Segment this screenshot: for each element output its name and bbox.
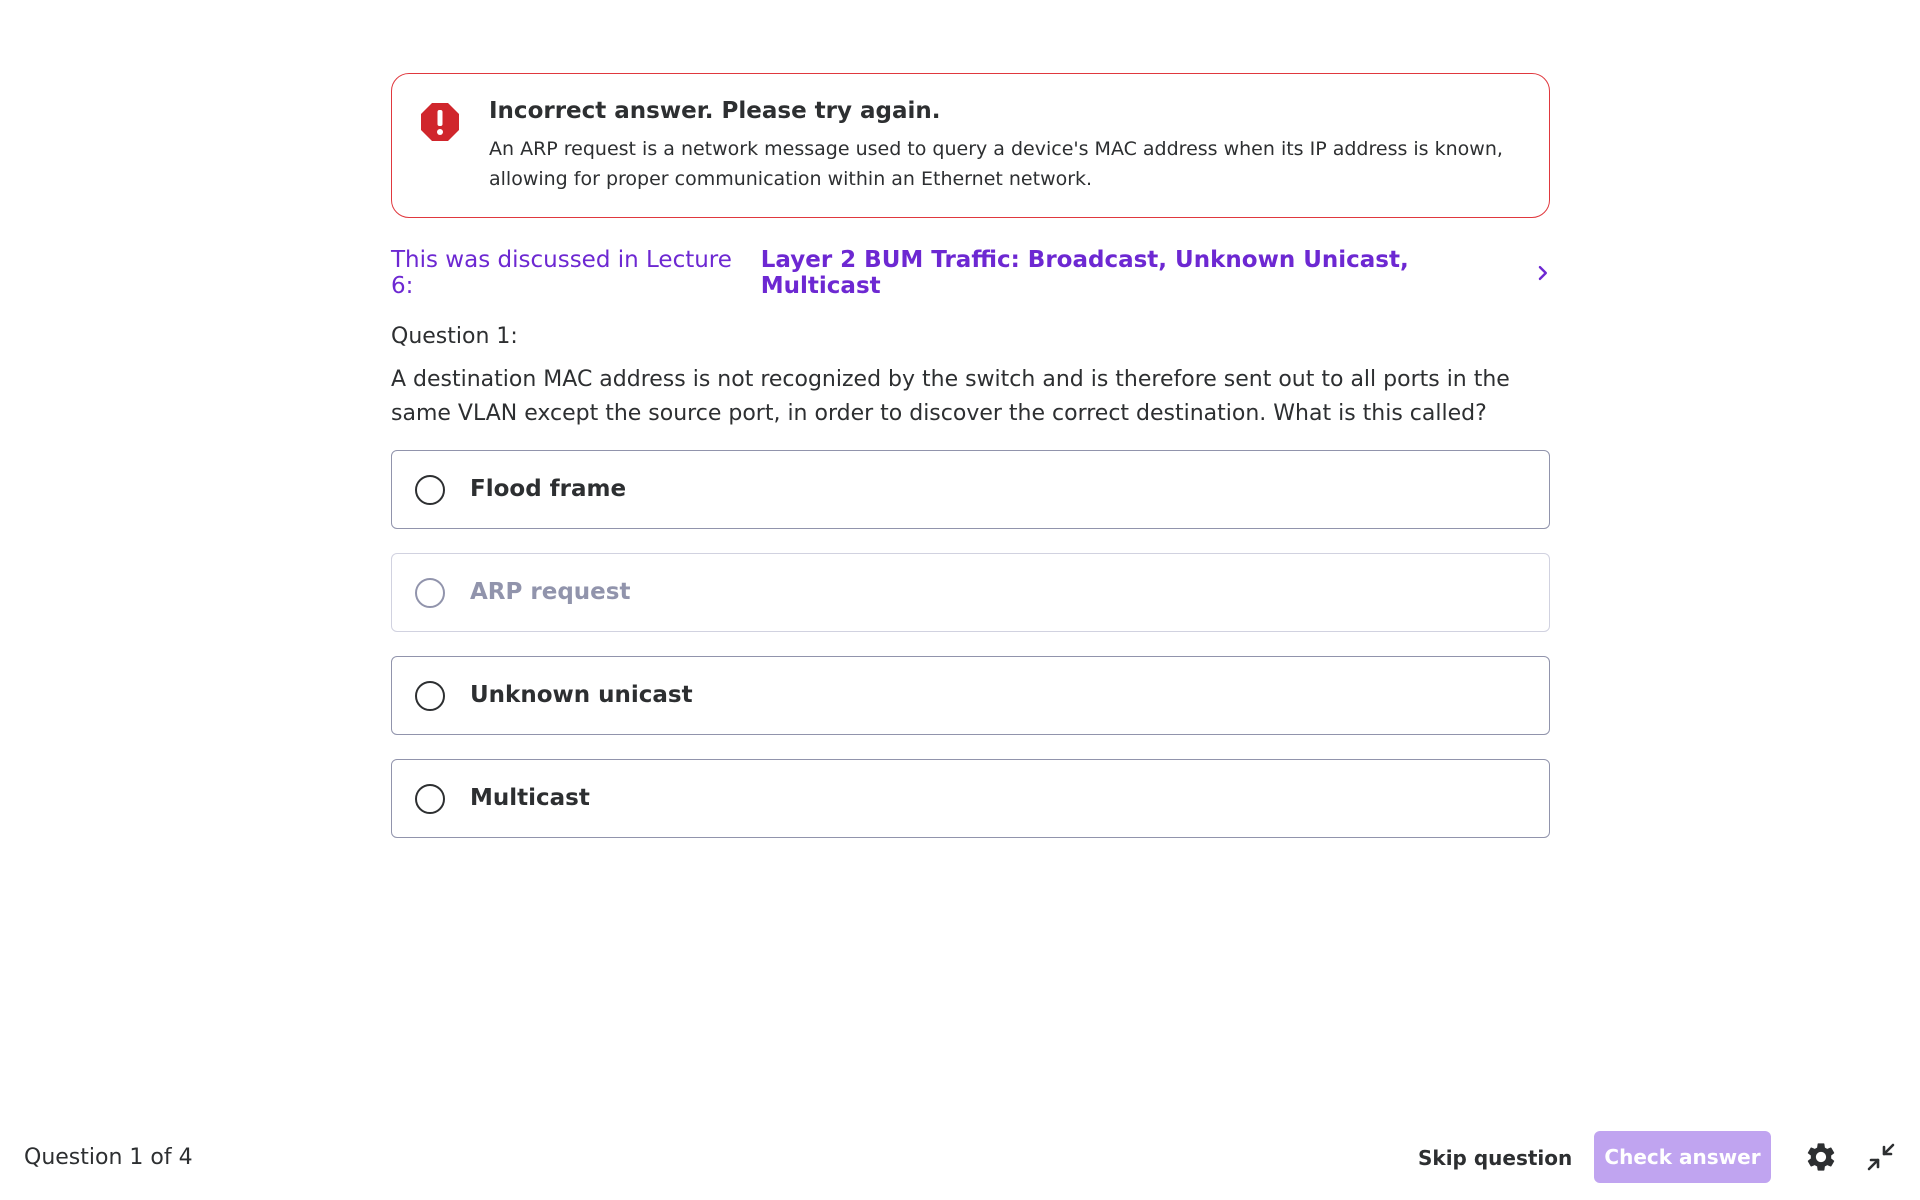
check-answer-button[interactable]: Check answer — [1594, 1131, 1771, 1183]
radio-button[interactable] — [415, 784, 445, 814]
alert-title: Incorrect answer. Please try again. — [489, 98, 941, 124]
option-label: ARP request — [470, 579, 631, 605]
radio-button[interactable] — [415, 681, 445, 711]
option-arp-request: ARP request — [391, 553, 1550, 632]
option-flood-frame[interactable]: Flood frame — [391, 450, 1550, 529]
incorrect-answer-alert: Incorrect answer. Please try again. An A… — [391, 73, 1550, 218]
lecture-title[interactable]: Layer 2 BUM Traffic: Broadcast, Unknown … — [761, 247, 1522, 299]
lecture-prefix: This was discussed in Lecture 6: — [391, 247, 732, 299]
option-multicast[interactable]: Multicast — [391, 759, 1550, 838]
alert-explanation: An ARP request is a network message used… — [489, 138, 1503, 190]
option-label: Flood frame — [470, 476, 627, 502]
option-unknown-unicast[interactable]: Unknown unicast — [391, 656, 1550, 735]
error-octagon-icon — [421, 103, 459, 141]
question-label: Question 1: — [391, 324, 518, 349]
skip-question-button[interactable]: Skip question — [1418, 1138, 1572, 1178]
answer-options: Flood frame ARP request Unknown unicast … — [391, 450, 1550, 838]
chevron-right-icon — [1538, 265, 1548, 281]
question-text: A destination MAC address is not recogni… — [391, 367, 1510, 426]
option-label: Unknown unicast — [470, 682, 693, 708]
minimize-icon[interactable] — [1866, 1142, 1896, 1172]
option-label: Multicast — [470, 785, 590, 811]
radio-button — [415, 578, 445, 608]
quiz-main: Incorrect answer. Please try again. An A… — [391, 73, 1550, 862]
radio-button[interactable] — [415, 475, 445, 505]
question-progress: Question 1 of 4 — [24, 1145, 193, 1170]
lecture-reference-link[interactable]: This was discussed in Lecture 6: Layer 2… — [391, 247, 1550, 299]
quiz-footer: Question 1 of 4 Skip question Check answ… — [0, 1124, 1920, 1200]
gear-icon[interactable] — [1804, 1140, 1838, 1174]
